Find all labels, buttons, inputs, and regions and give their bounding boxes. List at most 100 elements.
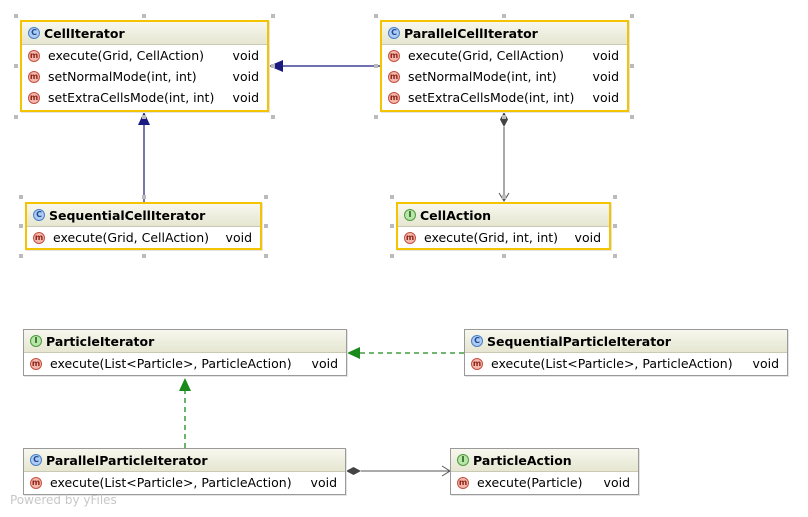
- selection-handle[interactable]: [613, 224, 617, 228]
- class-name: SequentialCellIterator: [49, 207, 206, 223]
- method-icon: m: [30, 357, 42, 370]
- selection-handle[interactable]: [502, 115, 506, 119]
- class-node-celliterator[interactable]: C CellIterator m execute(Grid, CellActio…: [20, 20, 269, 112]
- method-signature: execute(Grid, CellAction): [408, 48, 565, 63]
- class-node-sequentialcelliterator[interactable]: C SequentialCellIterator m execute(Grid,…: [25, 202, 262, 250]
- method-signature: execute(List<Particle>, ParticleAction): [491, 356, 733, 371]
- method-signature: setNormalMode(int, int): [48, 69, 197, 84]
- method-icon: m: [28, 49, 40, 62]
- class-node-sequentialparticleiterator[interactable]: C SequentialParticleIterator m execute(L…: [464, 329, 788, 376]
- class-name: ParticleIterator: [46, 333, 155, 349]
- method-signature: execute(Grid, int, int): [424, 230, 559, 245]
- selection-handle[interactable]: [630, 115, 634, 119]
- method-signature: execute(Particle): [477, 475, 583, 490]
- selection-handle[interactable]: [264, 254, 268, 258]
- method-icon: m: [388, 70, 400, 83]
- class-name: CellIterator: [44, 25, 125, 41]
- selection-handle[interactable]: [374, 64, 378, 68]
- selection-handle[interactable]: [630, 64, 634, 68]
- class-header: I ParticleAction: [451, 449, 638, 472]
- selection-handle[interactable]: [630, 14, 634, 18]
- method-return-type: void: [603, 475, 630, 490]
- method-row[interactable]: m setExtraCellsMode(int, int) void: [22, 87, 267, 108]
- selection-handle[interactable]: [14, 115, 18, 119]
- class-header: C SequentialParticleIterator: [465, 330, 787, 353]
- selection-handle[interactable]: [390, 254, 394, 258]
- selection-handle[interactable]: [264, 224, 268, 228]
- class-header: I ParticleIterator: [24, 330, 346, 353]
- selection-handle[interactable]: [19, 195, 23, 199]
- selection-handle[interactable]: [142, 14, 146, 18]
- composition-diamond: [346, 467, 361, 475]
- class-name: ParallelCellIterator: [404, 25, 538, 41]
- method-return-type: void: [311, 356, 338, 371]
- method-icon: m: [28, 70, 40, 83]
- method-row[interactable]: m execute(List<Particle>, ParticleAction…: [24, 472, 345, 493]
- selection-handle[interactable]: [142, 195, 146, 199]
- method-row[interactable]: m execute(List<Particle>, ParticleAction…: [24, 353, 346, 374]
- method-signature: execute(Grid, CellAction): [48, 48, 205, 63]
- method-row[interactable]: m setNormalMode(int, int) void: [382, 66, 627, 87]
- class-node-parallelparticleiterator[interactable]: C ParallelParticleIterator m execute(Lis…: [23, 448, 346, 495]
- method-return-type: void: [310, 475, 337, 490]
- class-name: ParticleAction: [473, 452, 572, 468]
- method-signature: execute(Grid, CellAction): [53, 230, 210, 245]
- interface-icon: I: [457, 454, 469, 466]
- method-signature: setExtraCellsMode(int, int): [48, 90, 215, 105]
- class-node-particleaction[interactable]: I ParticleAction m execute(Particle) voi…: [450, 448, 639, 495]
- method-return-type: void: [592, 48, 619, 63]
- method-icon: m: [30, 476, 42, 489]
- selection-handle[interactable]: [613, 254, 617, 258]
- class-node-cellaction[interactable]: I CellAction m execute(Grid, int, int) v…: [396, 202, 611, 250]
- selection-handle[interactable]: [14, 14, 18, 18]
- method-return-type: void: [752, 356, 779, 371]
- method-return-type: void: [592, 69, 619, 84]
- selection-handle[interactable]: [14, 64, 18, 68]
- method-return-type: void: [232, 48, 259, 63]
- class-icon: C: [388, 27, 400, 39]
- selection-handle[interactable]: [613, 195, 617, 199]
- method-row[interactable]: m execute(Grid, CellAction) void: [22, 45, 267, 66]
- implements-arrowhead: [347, 347, 360, 359]
- method-row[interactable]: m execute(Grid, CellAction) void: [27, 227, 260, 248]
- method-return-type: void: [574, 230, 601, 245]
- selection-handle[interactable]: [271, 14, 275, 18]
- method-signature: execute(List<Particle>, ParticleAction): [50, 475, 292, 490]
- selection-handle[interactable]: [142, 115, 146, 119]
- method-row[interactable]: m execute(Grid, int, int) void: [398, 227, 609, 248]
- class-name: CellAction: [420, 207, 492, 223]
- class-icon: C: [33, 209, 45, 221]
- method-row[interactable]: m setExtraCellsMode(int, int) void: [382, 87, 627, 108]
- selection-handle[interactable]: [19, 254, 23, 258]
- class-header: C ParallelCellIterator: [382, 22, 627, 45]
- method-row[interactable]: m execute(Particle) void: [451, 472, 638, 493]
- method-row[interactable]: m execute(Grid, CellAction) void: [382, 45, 627, 66]
- class-node-particleiterator[interactable]: I ParticleIterator m execute(List<Partic…: [23, 329, 347, 376]
- selection-handle[interactable]: [390, 195, 394, 199]
- method-row[interactable]: m setNormalMode(int, int) void: [22, 66, 267, 87]
- method-row[interactable]: m execute(List<Particle>, ParticleAction…: [465, 353, 787, 374]
- method-signature: setNormalMode(int, int): [408, 69, 557, 84]
- selection-handle[interactable]: [502, 195, 506, 199]
- method-return-type: void: [225, 230, 252, 245]
- method-icon: m: [404, 231, 416, 244]
- method-return-type: void: [232, 69, 259, 84]
- class-name: SequentialParticleIterator: [487, 333, 671, 349]
- class-icon: C: [30, 454, 42, 466]
- selection-handle[interactable]: [271, 64, 275, 68]
- class-node-parallelcelliterator[interactable]: C ParallelCellIterator m execute(Grid, C…: [380, 20, 629, 112]
- method-icon: m: [33, 231, 45, 244]
- selection-handle[interactable]: [374, 115, 378, 119]
- interface-icon: I: [30, 335, 42, 347]
- selection-handle[interactable]: [374, 14, 378, 18]
- selection-handle[interactable]: [142, 254, 146, 258]
- interface-icon: I: [404, 209, 416, 221]
- selection-handle[interactable]: [19, 224, 23, 228]
- selection-handle[interactable]: [271, 115, 275, 119]
- selection-handle[interactable]: [502, 14, 506, 18]
- selection-handle[interactable]: [264, 195, 268, 199]
- selection-handle[interactable]: [502, 254, 506, 258]
- class-header: C SequentialCellIterator: [27, 204, 260, 227]
- selection-handle[interactable]: [390, 224, 394, 228]
- implements-arrowhead: [179, 378, 191, 391]
